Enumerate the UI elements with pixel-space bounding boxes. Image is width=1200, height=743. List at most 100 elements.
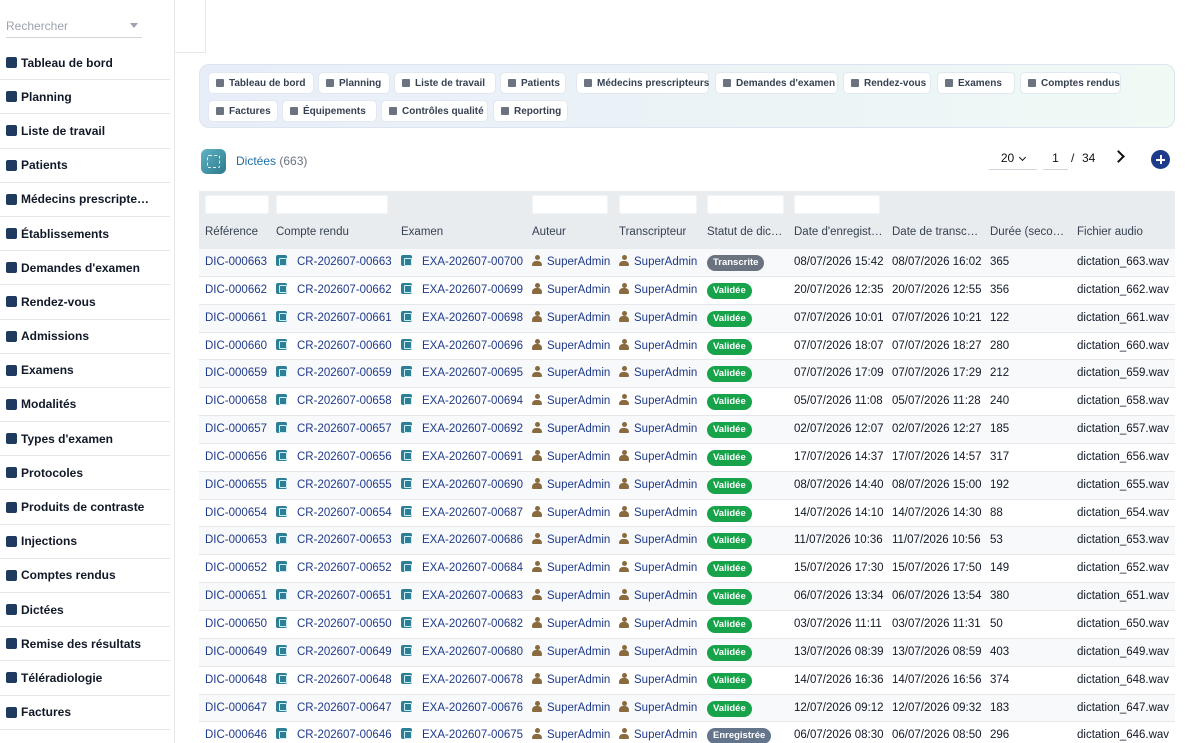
table-row[interactable]: DIC-000649 CR-202607-00649 EXA-202607-0068… [199,638,1175,667]
quick-link-chip[interactable]: Comptes rendus [1020,72,1121,94]
sidebar-item[interactable]: Produits de contraste [0,490,170,525]
quick-link-chip[interactable]: Liste de travail [394,72,496,94]
author-link[interactable]: SuperAdmin [532,249,610,276]
author-link[interactable]: SuperAdmin [532,555,610,582]
author-link[interactable]: SuperAdmin [532,500,610,527]
chevron-down-icon[interactable] [130,23,138,28]
quick-link-chip[interactable]: Contrôles qualité [381,100,488,122]
transcriber-link[interactable]: SuperAdmin [619,305,697,332]
transcriber-link[interactable]: SuperAdmin [619,639,697,666]
reference-link[interactable]: DIC-000659 [205,360,267,387]
author-link[interactable]: SuperAdmin [532,695,610,722]
sidebar-item[interactable]: Types d'examen [0,422,170,457]
quick-link-chip[interactable]: Demandes d'examen [715,72,838,94]
report-link[interactable]: CR-202607-00655 [276,472,392,499]
table-row[interactable]: DIC-000655 CR-202607-00655 EXA-202607-0069… [199,471,1175,500]
report-link[interactable]: CR-202607-00653 [276,527,392,554]
sidebar-item[interactable]: Factures [0,696,170,730]
reference-link[interactable]: DIC-000649 [205,639,267,666]
reference-link[interactable]: DIC-000655 [205,472,267,499]
author-link[interactable]: SuperAdmin [532,667,610,694]
table-row[interactable]: DIC-000646 CR-202607-00646 EXA-202607-0067… [199,722,1175,743]
next-page-button[interactable] [1112,149,1126,165]
current-page-input[interactable]: 1 [1043,148,1068,170]
sidebar-item[interactable]: Protocoles [0,456,170,491]
reference-link[interactable]: DIC-000652 [205,555,267,582]
reference-link[interactable]: DIC-000657 [205,416,267,443]
sidebar-item[interactable]: Rendez-vous [0,285,170,320]
reference-link[interactable]: DIC-000661 [205,305,267,332]
reference-link[interactable]: DIC-000653 [205,527,267,554]
sidebar-item[interactable]: Médecins prescripte… [0,183,170,217]
exam-link[interactable]: EXA-202607-00683 [401,583,523,610]
sidebar-item[interactable]: Planning [0,80,170,115]
column-header[interactable]: Fichier audio [1077,226,1143,238]
sidebar-item[interactable]: Remise des résultats [0,627,170,662]
table-row[interactable]: DIC-000661 CR-202607-00661 EXA-202607-0069… [199,304,1175,333]
report-link[interactable]: CR-202607-00646 [276,722,392,743]
exam-link[interactable]: EXA-202607-00691 [401,444,523,471]
reference-link[interactable]: DIC-000648 [205,667,267,694]
transcriber-link[interactable]: SuperAdmin [619,444,697,471]
reference-link[interactable]: DIC-000654 [205,500,267,527]
quick-link-chip[interactable]: Patients [500,72,566,94]
sidebar-item[interactable]: Tableau de bord [0,46,170,81]
sidebar-item[interactable]: Examens [0,354,170,388]
table-row[interactable]: DIC-000660 CR-202607-00660 EXA-202607-0069… [199,333,1175,361]
exam-link[interactable]: EXA-202607-00692 [401,416,523,443]
report-link[interactable]: CR-202607-00659 [276,360,392,387]
table-row[interactable]: DIC-000659 CR-202607-00659 EXA-202607-0069… [199,360,1175,389]
quick-link-chip[interactable]: Factures [208,100,278,122]
transcriber-link[interactable]: SuperAdmin [619,583,697,610]
exam-link[interactable]: EXA-202607-00694 [401,388,523,415]
reference-link[interactable]: DIC-000663 [205,249,267,276]
transcriber-link[interactable]: SuperAdmin [619,500,697,527]
column-filter-input[interactable] [619,195,697,214]
report-link[interactable]: CR-202607-00652 [276,555,392,582]
transcriber-link[interactable]: SuperAdmin [619,555,697,582]
quick-link-chip[interactable]: Équipements [282,100,377,122]
table-row[interactable]: DIC-000658 CR-202607-00658 EXA-202607-0069… [199,388,1175,417]
sidebar-item[interactable]: Établissements [0,217,170,252]
transcriber-link[interactable]: SuperAdmin [619,388,697,415]
report-link[interactable]: CR-202607-00663 [276,249,392,276]
report-link[interactable]: CR-202607-00661 [276,305,392,332]
reference-link[interactable]: DIC-000646 [205,722,267,743]
reference-link[interactable]: DIC-000650 [205,611,267,638]
add-dictation-button[interactable] [1151,150,1170,169]
column-header[interactable]: Date de transc… [892,226,978,238]
exam-link[interactable]: EXA-202607-00682 [401,611,523,638]
transcriber-link[interactable]: SuperAdmin [619,249,697,276]
exam-link[interactable]: EXA-202607-00687 [401,500,523,527]
exam-link[interactable]: EXA-202607-00690 [401,472,523,499]
sidebar-item[interactable]: Téléradiologie [0,661,170,696]
author-link[interactable]: SuperAdmin [532,277,610,304]
quick-link-chip[interactable]: Planning [318,72,390,94]
report-link[interactable]: CR-202607-00648 [276,667,392,694]
exam-link[interactable]: EXA-202607-00699 [401,277,523,304]
reference-link[interactable]: DIC-000662 [205,277,267,304]
quick-link-chip[interactable]: Tableau de bord [208,72,314,94]
table-row[interactable]: DIC-000662 CR-202607-00662 EXA-202607-0069… [199,277,1175,305]
author-link[interactable]: SuperAdmin [532,472,610,499]
report-link[interactable]: CR-202607-00662 [276,277,392,304]
table-row[interactable]: DIC-000663 CR-202607-00663 EXA-202607-0070… [199,249,1175,277]
transcriber-link[interactable]: SuperAdmin [619,472,697,499]
author-link[interactable]: SuperAdmin [532,722,610,743]
page-size-select[interactable]: 20 [989,148,1037,170]
quick-link-chip[interactable]: Examens [937,72,1015,94]
report-link[interactable]: CR-202607-00651 [276,583,392,610]
quick-link-chip[interactable]: Rendez-vous [843,72,931,94]
transcriber-link[interactable]: SuperAdmin [619,695,697,722]
column-filter-input[interactable] [707,195,784,214]
report-link[interactable]: CR-202607-00660 [276,333,392,360]
exam-link[interactable]: EXA-202607-00695 [401,360,523,387]
exam-link[interactable]: EXA-202607-00680 [401,639,523,666]
column-header[interactable]: Durée (seco… [990,226,1064,238]
reference-link[interactable]: DIC-000658 [205,388,267,415]
reference-link[interactable]: DIC-000647 [205,695,267,722]
transcriber-link[interactable]: SuperAdmin [619,611,697,638]
exam-link[interactable]: EXA-202607-00698 [401,305,523,332]
sidebar-item[interactable]: Injections [0,525,170,559]
exam-link[interactable]: EXA-202607-00700 [401,249,523,276]
